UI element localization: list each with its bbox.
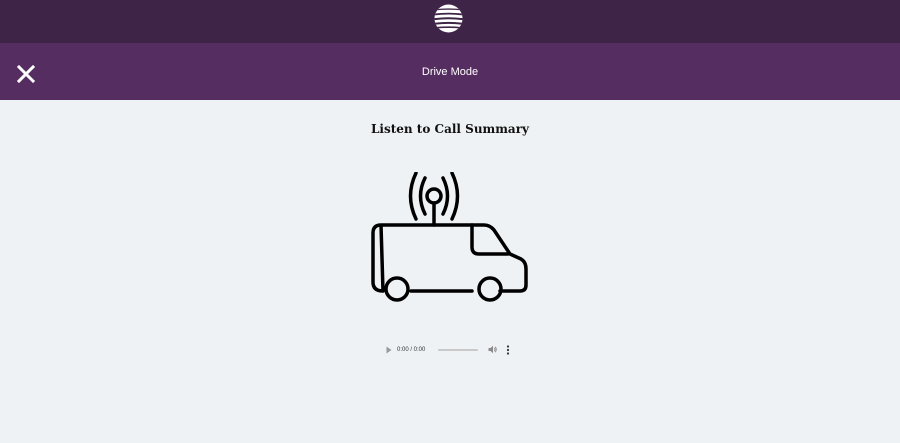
att-globe-icon [434, 4, 463, 33]
time-display: 0:00 / 0:00 [397, 347, 426, 353]
van-broadcast-icon [371, 172, 528, 302]
main-content: Listen to Call Summary 0:00 / 0:00 [0, 100, 900, 443]
header-bar: Drive Mode [0, 43, 900, 100]
seek-bar[interactable] [438, 349, 478, 351]
audio-player: 0:00 / 0:00 [376, 338, 520, 362]
section-heading: Listen to Call Summary [370, 122, 530, 136]
close-icon[interactable] [14, 62, 38, 86]
more-vertical-icon[interactable] [506, 345, 510, 355]
play-icon[interactable] [386, 346, 392, 354]
volume-icon[interactable] [488, 345, 497, 354]
top-bar [0, 0, 900, 43]
page-title: Drive Mode [421, 66, 479, 78]
